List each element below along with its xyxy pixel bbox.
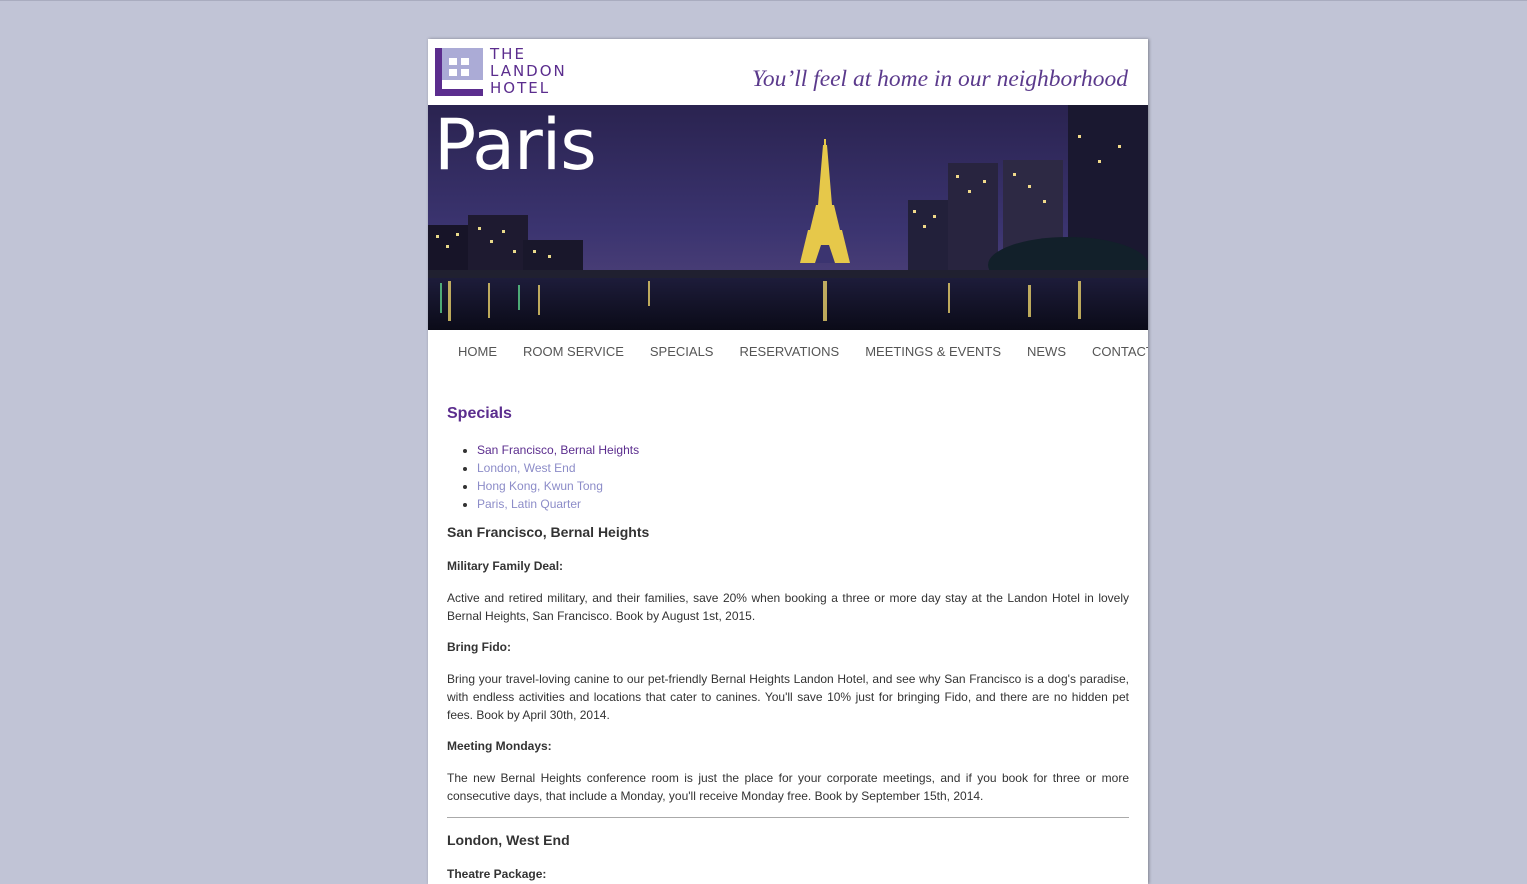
section-divider — [447, 817, 1129, 818]
nav-item-home[interactable]: HOME — [458, 344, 497, 359]
logo-line-3: HOTEL — [490, 79, 551, 97]
jump-link-san-francisco[interactable]: San Francisco, Bernal Heights — [477, 443, 639, 457]
section-title-london: London, West End — [447, 832, 570, 848]
landon-logo[interactable]: THE LANDON HOTEL — [435, 46, 575, 98]
tagline: You’ll feel at home in our neighborhood — [752, 66, 1128, 92]
jump-link-london[interactable]: London, West End — [477, 461, 576, 475]
main-nav: HOME ROOM SERVICE SPECIALS RESERVATIONS … — [428, 330, 1148, 372]
deal-text-meeting: The new Bernal Heights conference room i… — [447, 771, 1129, 803]
nav-item-meetings-events[interactable]: MEETINGS & EVENTS — [865, 344, 1001, 359]
masthead: THE LANDON HOTEL You’ll feel at home in … — [428, 39, 1148, 105]
nav-item-contact[interactable]: CONTACT — [1092, 344, 1148, 359]
window-top-border — [0, 0, 1527, 1]
hero-banner: Paris — [428, 105, 1148, 330]
deal-title-military: Military Family Deal: — [447, 559, 564, 573]
jump-link-hong-kong[interactable]: Hong Kong, Kwun Tong — [477, 479, 603, 493]
nav-item-news[interactable]: NEWS — [1027, 344, 1066, 359]
jump-link-item: London, West End — [477, 459, 639, 477]
logo-line-2: LANDON — [490, 62, 567, 80]
jump-link-item: San Francisco, Bernal Heights — [477, 441, 639, 459]
deal-title-meeting: Meeting Mondays: — [447, 739, 552, 753]
logo-line-1: THE — [490, 45, 526, 63]
nav-item-reservations[interactable]: RESERVATIONS — [739, 344, 839, 359]
section-title-san-francisco: San Francisco, Bernal Heights — [447, 524, 650, 540]
jump-link-paris[interactable]: Paris, Latin Quarter — [477, 497, 581, 511]
hero-title: Paris — [434, 105, 597, 186]
jump-links: San Francisco, Bernal Heights London, We… — [447, 441, 639, 513]
deal-text-fido: Bring your travel-loving canine to our p… — [447, 672, 1129, 722]
deal-text-military: Active and retired military, and their f… — [447, 591, 1129, 623]
deal-title-fido: Bring Fido: — [447, 640, 511, 654]
deal-title-theatre: Theatre Package: — [447, 867, 547, 881]
page-heading: Specials — [447, 405, 512, 422]
nav-item-specials[interactable]: SPECIALS — [650, 344, 714, 359]
nav-item-room-service[interactable]: ROOM SERVICE — [523, 344, 624, 359]
jump-link-item: Paris, Latin Quarter — [477, 495, 639, 513]
jump-link-item: Hong Kong, Kwun Tong — [477, 477, 639, 495]
